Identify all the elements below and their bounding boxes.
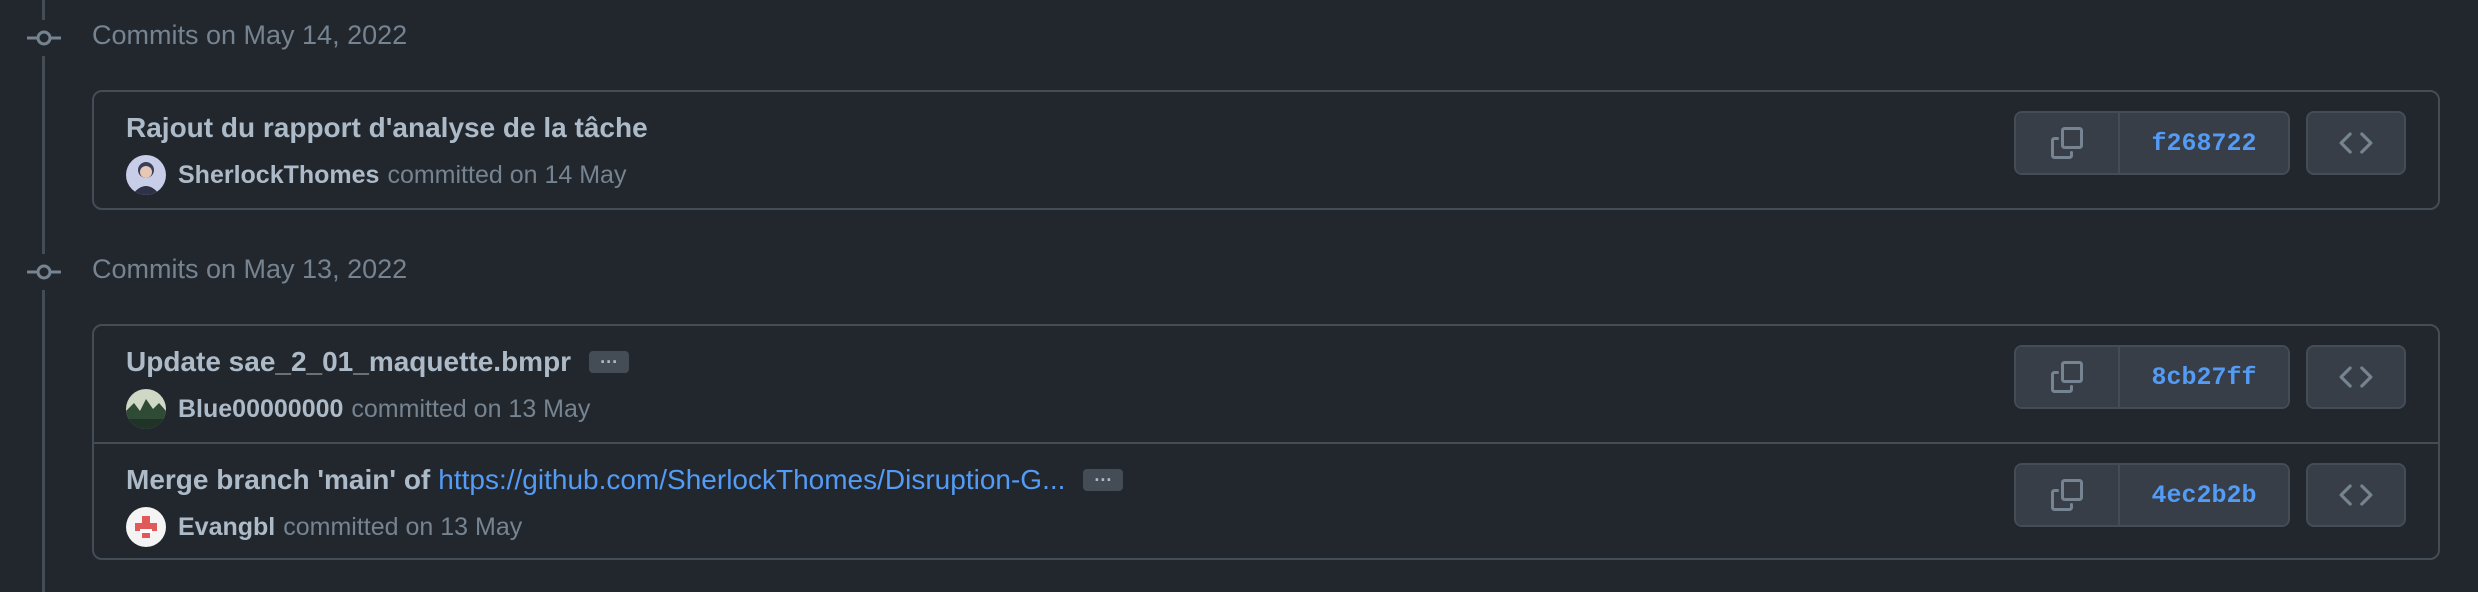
- avatar[interactable]: [126, 389, 166, 429]
- commit-message[interactable]: Update sae_2_01_maquette.bmpr ···: [126, 346, 630, 378]
- commit-row: Merge branch 'main' of https://github.co…: [94, 442, 2438, 558]
- commit-message[interactable]: Rajout du rapport d'analyse de la tâche: [126, 112, 648, 144]
- group-title: Commits on May 14, 2022: [92, 20, 408, 50]
- commit-message-text[interactable]: Rajout du rapport d'analyse de la tâche: [126, 112, 648, 144]
- commit-meta: SherlockThomes committed on 14 May: [126, 155, 626, 195]
- commit-list-card: Update sae_2_01_maquette.bmpr ··· Blue00…: [92, 324, 2440, 560]
- code-icon: [2339, 484, 2373, 506]
- browse-repo-button[interactable]: [2306, 111, 2406, 175]
- author-link[interactable]: SherlockThomes: [178, 161, 379, 190]
- expand-message-button[interactable]: ···: [1083, 469, 1124, 491]
- copy-icon: [2051, 127, 2083, 159]
- group-title: Commits on May 13, 2022: [92, 254, 408, 284]
- commit-timeline: Commits on May 14, 2022 Rajout du rappor…: [0, 0, 2478, 592]
- code-icon: [2339, 366, 2373, 388]
- browse-repo-button[interactable]: [2306, 345, 2406, 409]
- copy-icon: [2051, 479, 2083, 511]
- avatar[interactable]: [126, 507, 166, 547]
- avatar[interactable]: [126, 155, 166, 195]
- commit-date: committed on 13 May: [351, 394, 591, 423]
- commit-row: Update sae_2_01_maquette.bmpr ··· Blue00…: [94, 326, 2438, 442]
- commit-message[interactable]: Merge branch 'main' of https://github.co…: [126, 464, 1124, 496]
- timeline-line: [42, 0, 45, 592]
- copy-sha-button[interactable]: [2016, 465, 2120, 525]
- author-link[interactable]: Evangbl: [178, 513, 275, 542]
- sha-button-group: 4ec2b2b: [2014, 463, 2290, 527]
- commit-list-card: Rajout du rapport d'analyse de la tâche …: [92, 90, 2440, 210]
- commit-sha-link[interactable]: f268722: [2120, 113, 2288, 173]
- commit-date: committed on 14 May: [387, 160, 627, 189]
- expand-message-button[interactable]: ···: [589, 351, 630, 373]
- copy-sha-button[interactable]: [2016, 113, 2120, 173]
- commit-row: Rajout du rapport d'analyse de la tâche …: [94, 92, 2438, 208]
- commit-message-link[interactable]: https://github.com/SherlockThomes/Disrup…: [438, 464, 1065, 496]
- commit-sha-link[interactable]: 4ec2b2b: [2120, 465, 2288, 525]
- sha-button-group: f268722: [2014, 111, 2290, 175]
- commit-message-text[interactable]: Update sae_2_01_maquette.bmpr: [126, 346, 571, 378]
- code-icon: [2339, 132, 2373, 154]
- commit-message-text[interactable]: Merge branch 'main' of: [126, 464, 430, 496]
- git-commit-icon: [26, 20, 62, 56]
- copy-icon: [2051, 361, 2083, 393]
- commit-sha-link[interactable]: 8cb27ff: [2120, 347, 2288, 407]
- browse-repo-button[interactable]: [2306, 463, 2406, 527]
- commit-meta: Evangbl committed on 13 May: [126, 507, 522, 547]
- git-commit-icon: [26, 254, 62, 290]
- copy-sha-button[interactable]: [2016, 347, 2120, 407]
- commit-meta: Blue00000000 committed on 13 May: [126, 389, 590, 429]
- sha-button-group: 8cb27ff: [2014, 345, 2290, 409]
- author-link[interactable]: Blue00000000: [178, 395, 343, 424]
- commit-date: committed on 13 May: [283, 512, 523, 541]
